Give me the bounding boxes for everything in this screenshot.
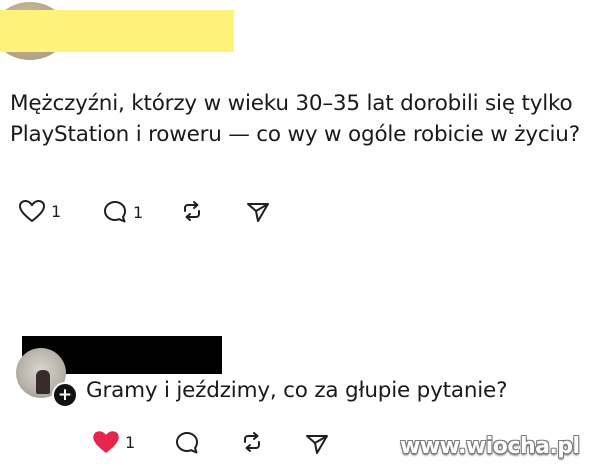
avatar-figure [36, 370, 50, 394]
repost-button[interactable] [240, 430, 264, 454]
post-text: Mężczyźni, którzy w wieku 30–35 lat doro… [10, 91, 580, 147]
comment-icon [102, 199, 128, 225]
send-icon [305, 433, 329, 455]
like-count: 1 [125, 432, 136, 452]
like-count: 1 [51, 201, 62, 221]
watermark: www.wiocha.pl [400, 434, 580, 459]
like-button[interactable]: 1 [18, 199, 61, 223]
reply-button[interactable] [174, 430, 200, 456]
repost-icon [240, 430, 264, 454]
heart-icon [18, 199, 46, 223]
heart-filled-icon [92, 430, 120, 454]
send-icon [246, 201, 270, 223]
redacted-username [0, 10, 234, 52]
comment-icon [174, 430, 200, 456]
follow-plus-icon[interactable]: + [52, 382, 78, 408]
repost-button[interactable] [180, 199, 204, 223]
repost-icon [180, 199, 204, 223]
reply-button[interactable]: 1 [102, 199, 143, 225]
reply-text: Gramy i jeździmy, co za głupie pytanie? [86, 378, 508, 403]
reply-count: 1 [133, 202, 144, 222]
share-button[interactable] [305, 433, 329, 455]
like-button[interactable]: 1 [92, 430, 135, 454]
share-button[interactable] [246, 201, 270, 223]
